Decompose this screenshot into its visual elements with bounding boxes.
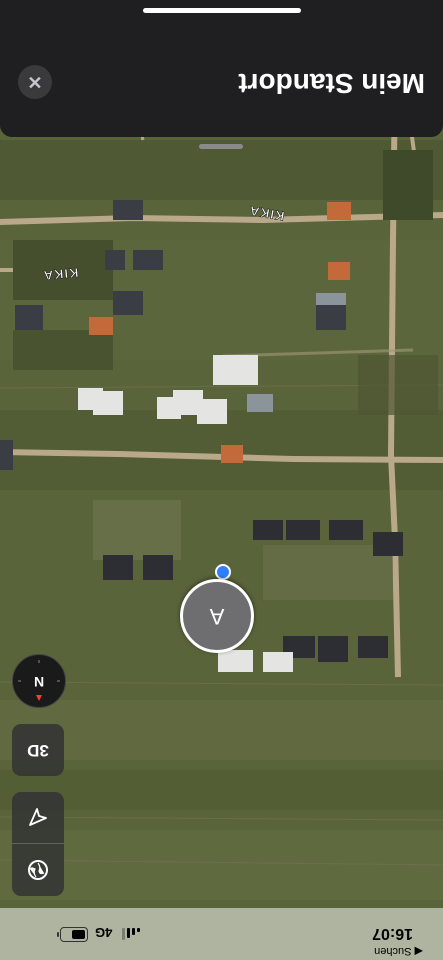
sheet-grabber[interactable] — [199, 144, 243, 149]
maps-screen: KIKA KIKA A ◀ Suchen 16:07 4G 3D N Mein … — [0, 0, 443, 960]
sheet-title: Mein Standort — [238, 68, 425, 99]
network-type: 4G — [95, 925, 113, 940]
map-type-button[interactable] — [12, 844, 64, 896]
back-to-app-link[interactable]: ◀ Suchen — [374, 945, 423, 958]
globe-icon — [28, 860, 48, 880]
pin-letter: A — [209, 604, 225, 629]
compass-north-label: N — [33, 674, 45, 690]
battery-icon — [60, 927, 88, 942]
close-icon: ✕ — [27, 72, 43, 93]
user-location-dot — [215, 564, 231, 580]
status-bar: ◀ Suchen 16:07 4G — [0, 908, 443, 960]
location-sheet: Mein Standort ✕ — [0, 0, 443, 149]
map-controls — [12, 792, 64, 896]
close-button[interactable]: ✕ — [18, 65, 52, 99]
home-indicator[interactable] — [143, 8, 301, 13]
location-arrow-icon — [29, 808, 47, 826]
dropped-pin-marker[interactable]: A — [180, 579, 254, 653]
compass-button[interactable]: N — [12, 654, 66, 708]
3d-label: 3D — [27, 741, 49, 760]
3d-toggle-button[interactable]: 3D — [12, 724, 64, 776]
status-time: 16:07 — [372, 925, 413, 942]
current-location-button[interactable] — [12, 791, 64, 843]
rotated-screenshot: KIKA KIKA A ◀ Suchen 16:07 4G 3D N Mein … — [0, 0, 443, 960]
road-label-kika-2: KIKA — [42, 265, 79, 283]
signal-icon — [122, 928, 140, 940]
controls-divider — [12, 843, 64, 844]
